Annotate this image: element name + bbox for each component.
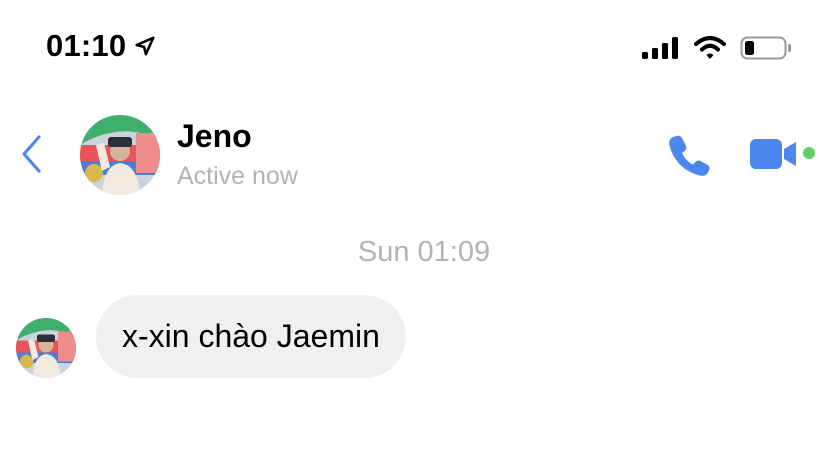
contact-name[interactable]: Jeno (177, 118, 252, 155)
status-time-group: 01:10 (46, 28, 156, 64)
online-status-dot (803, 147, 815, 159)
back-button[interactable] (14, 132, 48, 176)
chat-header: Jeno Active now (0, 110, 828, 200)
location-arrow-icon (135, 36, 155, 56)
signal-icon (642, 37, 678, 59)
chevron-left-icon (22, 135, 41, 173)
call-button[interactable] (667, 132, 713, 178)
video-camera-icon (750, 139, 796, 169)
battery-icon (740, 36, 791, 60)
avatar-photo (16, 318, 76, 378)
contact-avatar[interactable] (80, 115, 160, 195)
message-timestamp: Sun 01:09 (357, 236, 491, 268)
avatar-photo (80, 115, 160, 195)
wifi-icon (694, 36, 726, 59)
phone-icon (669, 135, 710, 176)
message-sender-avatar[interactable] (16, 318, 76, 378)
contact-status: Active now (177, 162, 298, 190)
message-bubble[interactable]: x-xin chào Jaemin (96, 295, 406, 378)
video-call-button[interactable] (748, 134, 800, 174)
status-bar: 01:10 (0, 0, 828, 96)
status-time: 01:10 (46, 28, 127, 63)
status-icons (642, 36, 792, 60)
